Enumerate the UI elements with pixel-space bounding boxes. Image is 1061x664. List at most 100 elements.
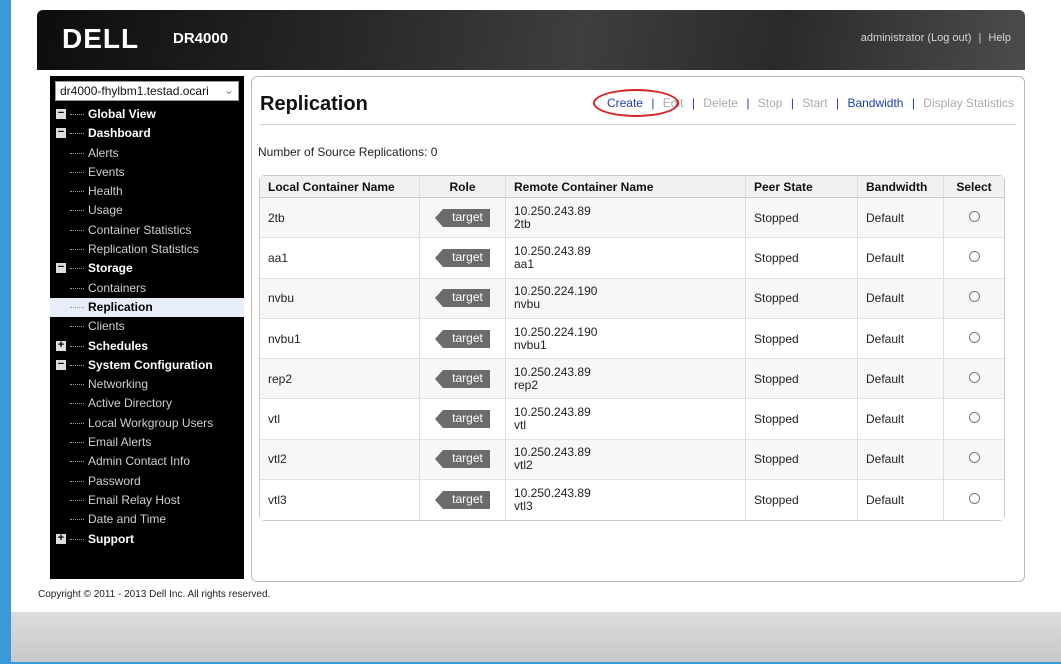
logout-link[interactable]: (Log out) — [927, 32, 971, 44]
collapse-icon[interactable]: − — [56, 358, 66, 370]
select-radio[interactable] — [968, 331, 980, 343]
sidebar-item-container-statistics[interactable]: Container Statistics — [50, 221, 244, 240]
sidebar-item-replication[interactable]: Replication — [50, 297, 244, 318]
sidebar-item-password[interactable]: Password — [50, 472, 244, 491]
sidebar-nav: − Global View − Dashboard Alerts Events Health… — [50, 105, 244, 549]
sidebar-item-storage[interactable]: − Storage — [50, 259, 244, 278]
tree-connector — [70, 152, 84, 154]
table-row[interactable]: nvbu target 10.250.224.190 nvbu Stopped Defau… — [260, 278, 1004, 319]
start-link[interactable]: Start — [802, 96, 827, 110]
sidebar-item-dashboard[interactable]: − Dashboard — [50, 124, 244, 143]
role-badge: target — [435, 369, 490, 388]
table-row[interactable]: nvbu1 target 10.250.224.190 nvbu1 Stopped Def… — [260, 318, 1004, 360]
sidebar-item-health[interactable]: Health — [50, 182, 244, 201]
tree-connector — [70, 133, 84, 135]
tree-connector — [70, 499, 84, 501]
sidebar-item-events[interactable]: Events — [50, 163, 244, 182]
sidebar-item-label: Events — [88, 164, 125, 179]
highlight-circle — [592, 89, 679, 117]
tree-connector — [70, 403, 84, 405]
tree-connector — [70, 287, 84, 289]
select-radio[interactable] — [968, 493, 980, 505]
remote-container-name: aa1 — [514, 256, 535, 271]
sidebar-item-usage[interactable]: Usage — [50, 201, 244, 220]
sidebar-item-active-directory[interactable]: Active Directory — [50, 394, 244, 413]
user-links: administrator (Log out) | Help — [861, 32, 1011, 44]
select-radio[interactable] — [968, 452, 980, 464]
column-header[interactable]: Remote Container Name — [506, 176, 746, 198]
sidebar-item-alerts[interactable]: Alerts — [50, 144, 244, 163]
bandwidth-value: Default — [858, 198, 944, 239]
select-cell — [944, 359, 1004, 400]
collapse-icon[interactable]: − — [56, 127, 66, 139]
column-header[interactable]: Bandwidth — [858, 176, 944, 198]
sidebar-item-label: Password — [88, 473, 141, 488]
peer-state: Stopped — [746, 318, 858, 360]
sidebar-item-schedules[interactable]: + Schedules — [50, 337, 244, 356]
sidebar-item-date-and-time[interactable]: Date and Time — [50, 510, 244, 529]
sidebar-item-containers[interactable]: Containers — [50, 279, 244, 298]
title-divider — [260, 124, 1016, 125]
select-radio[interactable] — [968, 291, 980, 303]
sidebar-item-clients[interactable]: Clients — [50, 317, 244, 336]
select-cell — [944, 439, 1004, 481]
help-link[interactable]: Help — [988, 32, 1011, 44]
table-row[interactable]: 2tb target 10.250.243.89 2tb Stopped Default — [260, 198, 1004, 239]
table-row[interactable]: vtl2 target 10.250.243.89 vtl2 Stopped Defaul… — [260, 439, 1004, 481]
sidebar-item-global-view[interactable]: − Global View — [50, 105, 244, 124]
select-radio[interactable] — [968, 250, 980, 262]
select-cell — [944, 399, 1004, 440]
main-panel: Replication Create | Edit | Delete | Sto… — [251, 76, 1025, 582]
select-radio[interactable] — [968, 210, 980, 222]
role-badge: target — [435, 329, 490, 348]
sidebar-item-email-relay-host[interactable]: Email Relay Host — [50, 491, 244, 510]
sidebar-item-label: Date and Time — [88, 512, 167, 527]
role-cell: target — [420, 238, 506, 279]
bandwidth-value: Default — [858, 278, 944, 319]
remote-container-name: 2tb — [514, 216, 531, 231]
sidebar-item-system-configuration[interactable]: − System Configuration — [50, 356, 244, 375]
table-row[interactable]: vtl target 10.250.243.89 vtl Stopped Default — [260, 399, 1004, 440]
select-radio[interactable] — [968, 371, 980, 383]
column-header[interactable]: Peer State — [746, 176, 858, 198]
tree-connector — [70, 268, 84, 270]
column-header[interactable]: Role — [420, 176, 506, 198]
local-container-name: nvbu1 — [260, 318, 420, 360]
collapse-icon[interactable]: − — [56, 262, 66, 274]
collapse-icon[interactable]: − — [56, 108, 66, 119]
remote-ip: 10.250.243.89 — [514, 405, 591, 420]
bandwidth-link[interactable]: Bandwidth — [847, 96, 903, 110]
tree-connector — [70, 461, 84, 463]
local-container-name: aa1 — [260, 238, 420, 279]
select-radio[interactable] — [968, 412, 980, 424]
table-row[interactable]: vtl3 target 10.250.243.89 vtl3 Stopped Defaul… — [260, 480, 1004, 521]
column-header[interactable]: Local Container Name — [260, 176, 420, 198]
remote-ip: 10.250.243.89 — [514, 243, 591, 258]
sidebar-item-label: Container Statistics — [88, 222, 192, 237]
bandwidth-value: Default — [858, 480, 944, 521]
role-cell: target — [420, 439, 506, 481]
sidebar-item-support[interactable]: + Support — [50, 530, 244, 549]
delete-link[interactable]: Delete — [703, 96, 738, 110]
remote-container-cell: 10.250.243.89 2tb — [506, 198, 746, 239]
tree-connector — [70, 229, 84, 231]
table-row[interactable]: rep2 target 10.250.243.89 rep2 Stopped Defaul… — [260, 359, 1004, 400]
sidebar-item-label: Replication Statistics — [88, 242, 199, 257]
sidebar-item-networking[interactable]: Networking — [50, 375, 244, 394]
expand-icon[interactable]: + — [56, 532, 66, 544]
sidebar-item-local-workgroup-users[interactable]: Local Workgroup Users — [50, 414, 244, 433]
stop-link[interactable]: Stop — [758, 96, 783, 110]
sidebar-item-email-alerts[interactable]: Email Alerts — [50, 433, 244, 452]
sidebar-item-admin-contact-info[interactable]: Admin Contact Info — [50, 452, 244, 471]
expand-icon[interactable]: + — [56, 339, 66, 351]
remote-container-cell: 10.250.243.89 vtl2 — [506, 439, 746, 481]
remote-container-name: vtl3 — [514, 499, 533, 514]
display-statistics-link[interactable]: Display Statistics — [923, 96, 1014, 110]
sidebar: dr4000-fhylbm1.testad.ocari ⌄ − Global Vi… — [50, 76, 244, 579]
sidebar-item-replication-statistics[interactable]: Replication Statistics — [50, 240, 244, 259]
select-cell — [944, 318, 1004, 360]
column-header[interactable]: Select — [944, 176, 1004, 198]
system-select[interactable]: dr4000-fhylbm1.testad.ocari ⌄ — [55, 81, 239, 101]
table-row[interactable]: aa1 target 10.250.243.89 aa1 Stopped Default — [260, 238, 1004, 279]
role-badge: target — [435, 410, 490, 429]
